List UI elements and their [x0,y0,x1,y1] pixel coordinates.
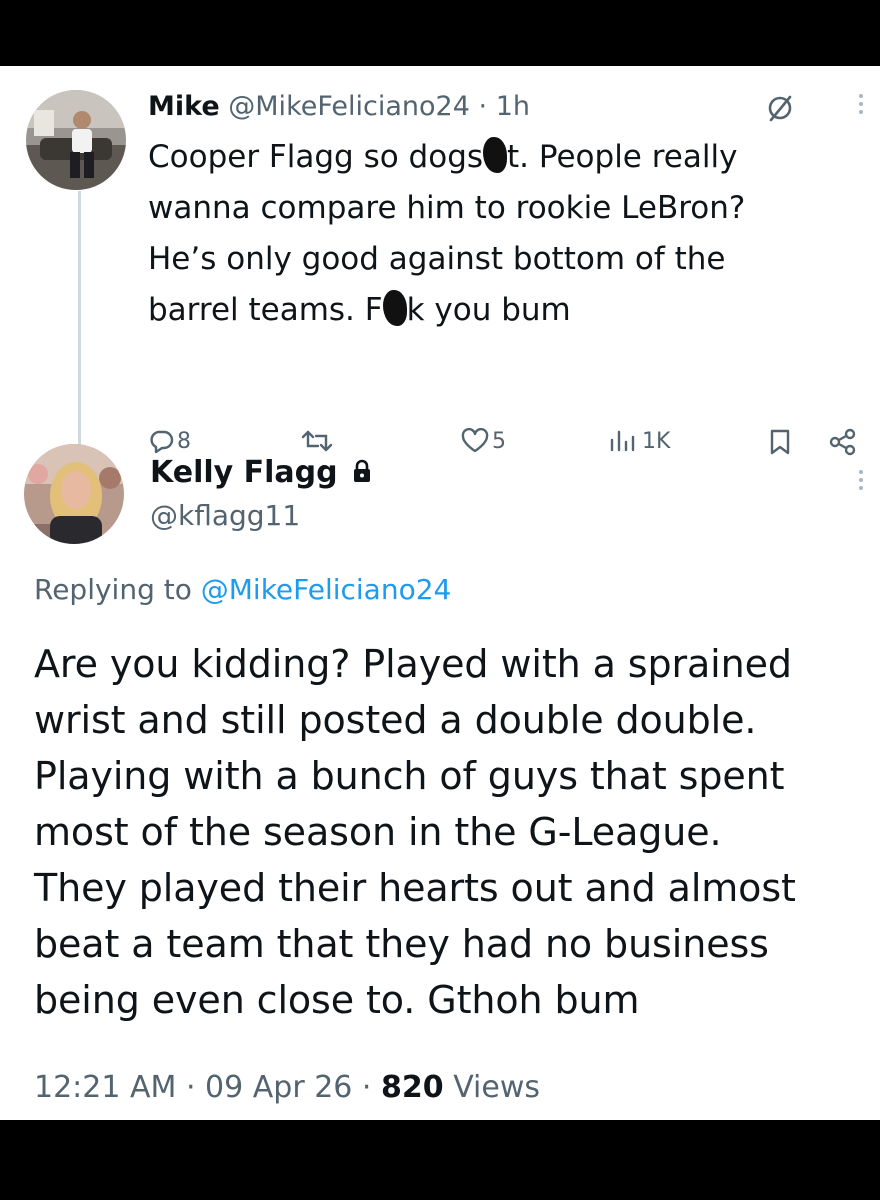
censor-mark [382,290,407,326]
tweet2-header: Kelly Flagg [150,456,374,491]
tweet2-line: wrist and still posted a double double. [34,698,757,742]
tweet-meta: 12:21 AM · 09 Apr 26 · 820 Views [34,1068,540,1108]
separator: · [185,1070,196,1105]
author-handle[interactable]: @kflagg11 [150,498,300,534]
tweet-card: Mike @MikeFeliciano24 · 1h Cooper Flagg … [0,66,880,1120]
bookmark-icon [770,429,790,455]
tweet1-header: Mike @MikeFeliciano24 · 1h [148,90,530,124]
text-fragment: k you bum [406,292,571,328]
author-handle[interactable]: @MikeFeliciano24 [228,91,470,122]
tweet-date[interactable]: 09 Apr 26 [205,1070,352,1105]
repost-button[interactable] [300,428,334,454]
text-fragment: He’s only good against bottom of the [148,241,726,277]
tweet-time[interactable]: 1h [496,91,530,122]
mike-avatar[interactable] [26,90,126,190]
views-button[interactable]: 1K [608,428,670,454]
text-fragment: Cooper Flagg so dogs [148,139,484,175]
like-count: 5 [492,428,506,454]
kelly-avatar-image [24,444,124,544]
tweet2-text: Are you kidding? Played with a sprained … [34,636,874,1028]
share-button[interactable] [828,428,858,456]
more-icon[interactable] [858,90,864,118]
tweet2-line: being even close to. Gthoh bum [34,978,640,1022]
text-fragment: barrel teams. F [148,292,383,328]
replying-to: Replying to @MikeFeliciano24 [34,572,451,608]
tweet1-text: Cooper Flagg so dogs t. People really wan… [148,132,848,336]
like-icon [461,428,489,453]
repost-icon [301,430,333,452]
lock-icon [354,459,371,482]
like-button[interactable]: 5 [460,428,506,454]
separator: · [478,91,488,122]
bookmark-button[interactable] [768,428,792,456]
tweet2-line: Are you kidding? Played with a sprained [34,642,792,686]
author-name[interactable]: Kelly Flagg [150,455,338,490]
tweet1-line-3: He’s only good against bottom of the [148,234,848,285]
replying-to-label: Replying to [34,573,192,606]
author-name[interactable]: Mike [148,91,220,122]
separator: · [361,1070,372,1105]
more-icon[interactable] [858,466,864,494]
tweet1-line-4: barrel teams. F k you bum [148,285,848,336]
kelly-avatar[interactable] [24,444,124,544]
tweet2-line: most of the season in the G-League. [34,810,722,854]
replying-to-handle[interactable]: @MikeFeliciano24 [201,573,452,606]
reply-count: 8 [177,428,191,454]
views-icon [610,430,635,452]
views-count: 1K [642,428,671,454]
tweet2-line: They played their hearts out and almost [34,866,796,910]
text-fragment: wanna compare him to rookie LeBron? [148,190,746,226]
tweet-time[interactable]: 12:21 AM [34,1070,176,1105]
tweet1-line-1: Cooper Flagg so dogs t. People really [148,132,848,183]
tweet1-line-2: wanna compare him to rookie LeBron? [148,183,848,234]
tweet2-line: Playing with a bunch of guys that spent [34,754,785,798]
views-label: Views [453,1070,541,1105]
reply-icon [150,430,174,454]
share-icon [829,428,856,456]
grok-icon[interactable] [764,92,796,128]
tweet2-line: beat a team that they had no business [34,922,769,966]
mike-avatar-image [26,90,126,190]
reply-button[interactable]: 8 [148,428,191,454]
views-count: 820 [381,1070,444,1105]
text-fragment: t. People really [507,139,738,175]
censor-mark [483,137,508,173]
